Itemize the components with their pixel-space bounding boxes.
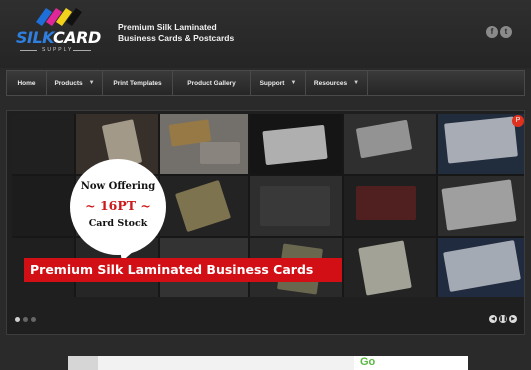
logo-divider (20, 50, 37, 51)
next-arrow-icon[interactable]: ▶ (509, 315, 517, 323)
nav-label: Support (259, 79, 285, 87)
offer-line: Now Offering (80, 181, 156, 192)
nav-item-home[interactable]: Home (7, 71, 47, 95)
nav-item-print-templates[interactable]: Print Templates (103, 71, 173, 95)
slide-dot[interactable] (31, 317, 36, 322)
slide-dot-active[interactable] (15, 317, 20, 322)
chevron-down-icon: ▼ (88, 80, 95, 86)
slide-indicators (15, 317, 36, 322)
logo-subtext: SUPPLY (42, 47, 74, 53)
pause-icon[interactable]: ❚❚ (499, 315, 507, 323)
chevron-down-icon: ▼ (290, 80, 297, 86)
nav-item-products[interactable]: Products ▼ (47, 71, 103, 95)
nav-label: Home (17, 79, 36, 87)
nav-label: Resources (313, 79, 348, 87)
logo-wordmark: SILKCARD (16, 28, 101, 47)
site-header: SILKCARD SUPPLY Premium Silk Laminated B… (0, 0, 531, 68)
nav-item-product-gallery[interactable]: Product Gallery (173, 71, 251, 95)
promo-logo-partial: Go (360, 356, 376, 368)
prev-arrow-icon[interactable]: ◀ (489, 315, 497, 323)
tagline-line: Premium Silk Laminated (118, 22, 217, 32)
tagline-line: Business Cards & Postcards (118, 33, 235, 43)
pinterest-icon[interactable]: P (512, 115, 524, 127)
main-nav: Home Products ▼ Print Templates Product … (6, 70, 525, 96)
nav-label: Products (54, 79, 83, 87)
promo-strip[interactable]: Go (68, 356, 468, 370)
site-tagline: Premium Silk Laminated Business Cards & … (118, 22, 278, 44)
slider-controls: ◀ ❚❚ ▶ (489, 315, 517, 323)
logo-divider (73, 50, 91, 51)
slide-dot[interactable] (23, 317, 28, 322)
color-swatches-icon (36, 8, 82, 26)
offer-speech-bubble: Now Offering ~ 16PT ~ Card Stock (70, 159, 166, 255)
nav-item-resources[interactable]: Resources ▼ (306, 71, 368, 95)
offer-highlight: ~ 16PT ~ (85, 198, 151, 213)
chevron-down-icon: ▼ (353, 80, 360, 86)
nav-item-support[interactable]: Support ▼ (251, 71, 306, 95)
promo-image (68, 356, 98, 370)
twitter-icon[interactable]: t (500, 26, 512, 38)
silkcard-logo[interactable]: SILKCARD SUPPLY (16, 6, 101, 58)
nav-label: Product Gallery (187, 79, 236, 87)
facebook-icon[interactable]: f (486, 26, 498, 38)
hero-banner[interactable]: Premium Silk Laminated Business Cards (24, 258, 342, 282)
offer-line: Card Stock (88, 218, 148, 229)
nav-label: Print Templates (113, 79, 162, 87)
hero-slider[interactable]: Now Offering ~ 16PT ~ Card Stock Premium… (6, 110, 525, 335)
